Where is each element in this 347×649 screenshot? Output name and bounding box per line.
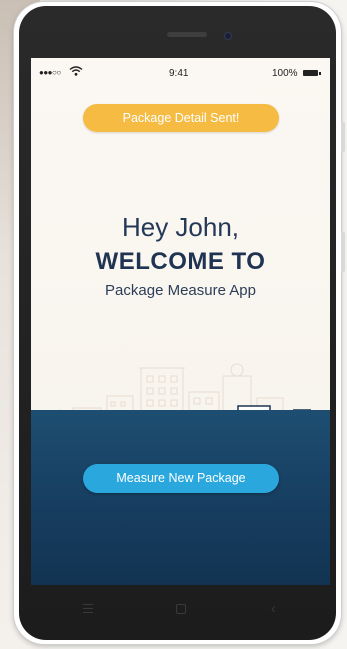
volume-button (341, 122, 345, 152)
back-icon[interactable]: ‹ (271, 600, 276, 616)
greeting-text: Hey John, (121, 212, 240, 242)
signal-strength: ●●●○○ (39, 68, 61, 77)
front-camera (224, 32, 232, 40)
welcome-heading: WELCOME TO (95, 248, 266, 275)
device-nav-bar: ‹ (31, 590, 330, 630)
measure-new-package-button[interactable]: Measure New Package (83, 464, 279, 493)
clock: 9:41 (169, 68, 189, 79)
action-panel: Measure New Package (31, 410, 330, 585)
battery-icon (303, 70, 321, 76)
menu-icon[interactable] (83, 604, 93, 616)
app-name: Package Measure App (105, 282, 256, 299)
package-sent-toast: Package Detail Sent! (83, 104, 279, 132)
power-button (341, 232, 345, 272)
status-bar: ●●●○○ 9:41 100% (31, 58, 330, 86)
speaker-grille (167, 32, 207, 37)
wifi-icon (69, 66, 83, 79)
app-screen: ●●●○○ 9:41 100% Package Detail Sent! Hey… (31, 58, 330, 585)
battery-percentage: 100% (272, 68, 298, 79)
home-icon[interactable] (176, 604, 186, 614)
